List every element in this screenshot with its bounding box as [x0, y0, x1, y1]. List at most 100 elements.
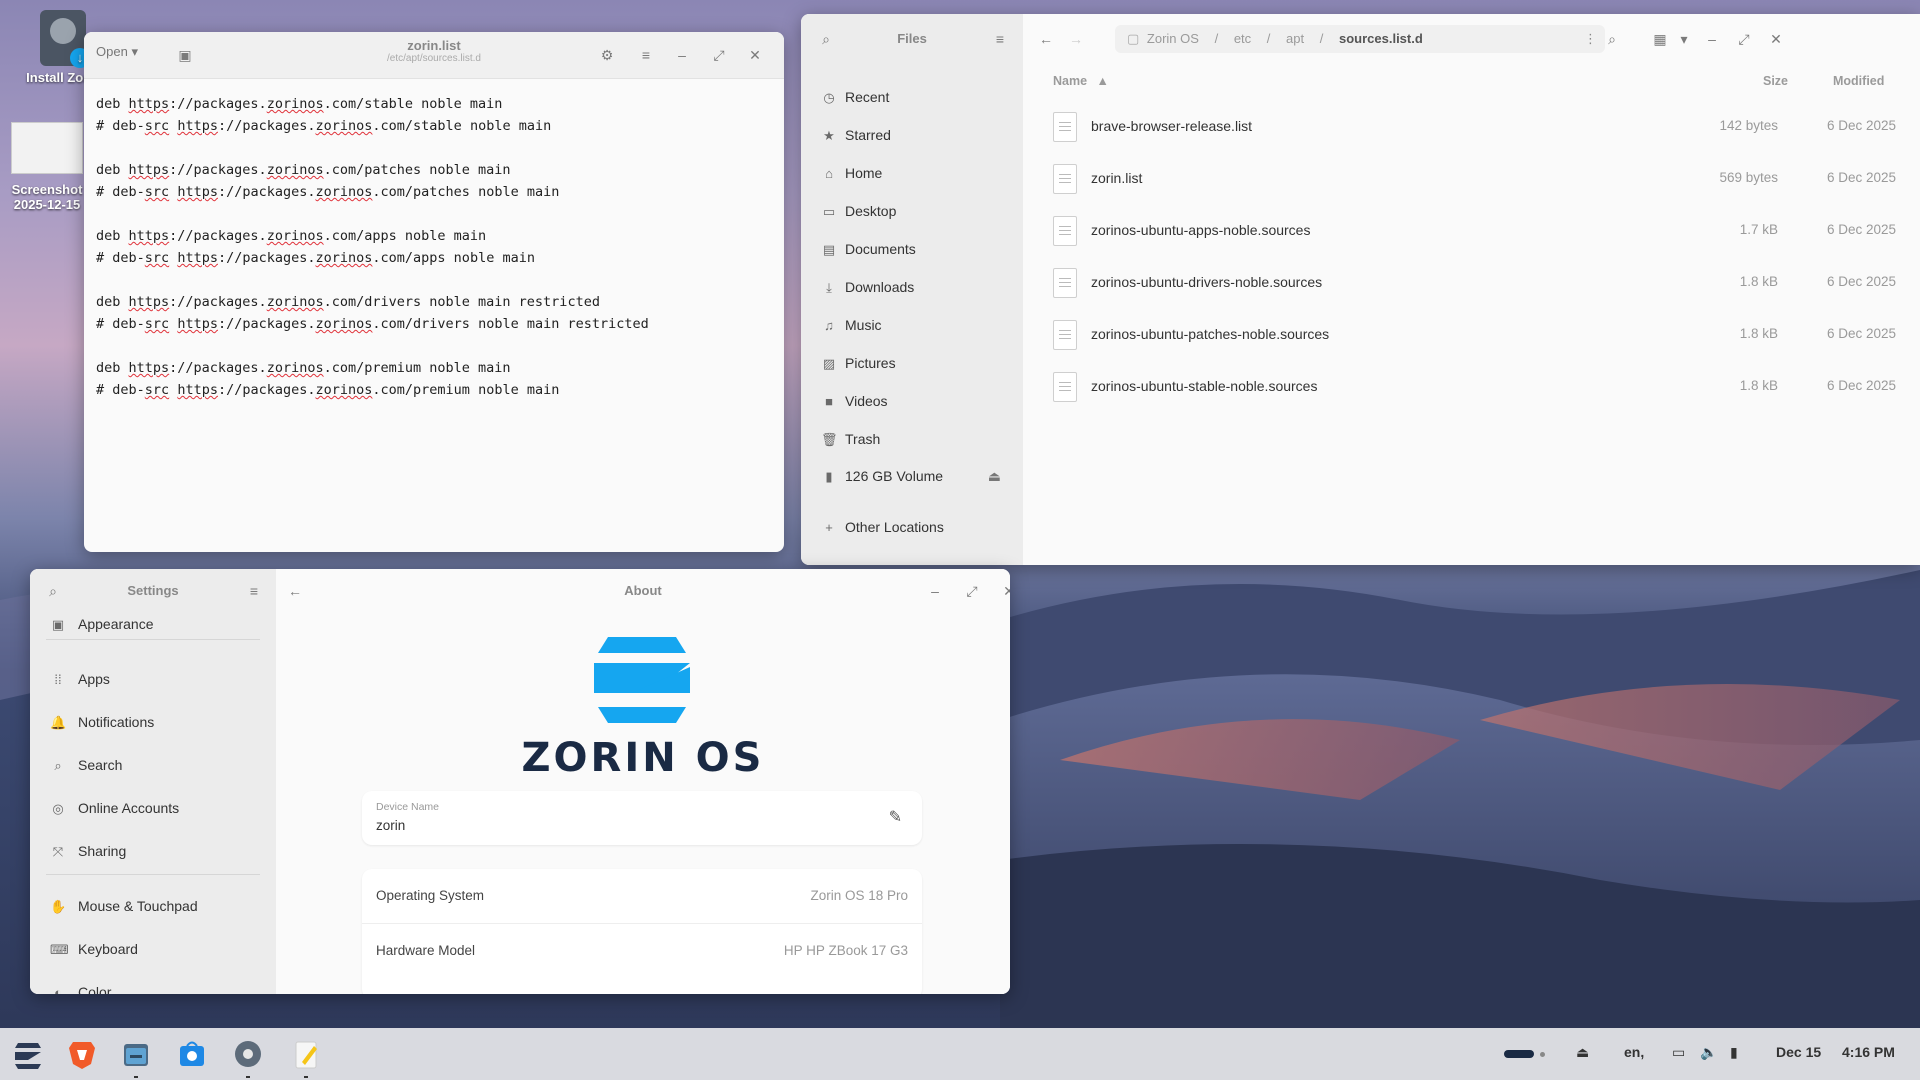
files-app-icon[interactable]: [118, 1036, 154, 1072]
editor-line: deb https://packages.zorinos.com/stable …: [96, 96, 503, 112]
settings-item-mouse-touchpad[interactable]: ✋ Mouse & Touchpad: [50, 891, 198, 921]
workspace-indicator-icon[interactable]: [1504, 1050, 1534, 1058]
minimize-icon[interactable]: –: [1701, 28, 1723, 50]
sidebar-item-music[interactable]: ♫ Music: [821, 310, 881, 340]
sidebar-item-recent[interactable]: ◷ Recent: [821, 82, 889, 112]
star-icon: ★: [823, 128, 835, 143]
maximize-icon[interactable]: ⤢: [1733, 28, 1755, 50]
sidebar-item-trash[interactable]: 🗑 Trash: [821, 424, 880, 454]
minimize-icon[interactable]: –: [924, 580, 946, 602]
close-icon[interactable]: ✕: [744, 44, 766, 66]
keyboard-layout[interactable]: en,: [1624, 1044, 1644, 1060]
settings-item-label: Keyboard: [78, 941, 138, 957]
info-label: Hardware Model: [376, 943, 476, 958]
edit-pencil-icon[interactable]: ✎: [889, 807, 902, 827]
settings-app-icon[interactable]: [230, 1036, 266, 1072]
settings-item-apps[interactable]: ⁞⁞ Apps: [50, 664, 110, 694]
forward-arrow-icon[interactable]: →: [1065, 28, 1087, 50]
minimize-icon[interactable]: –: [671, 44, 693, 66]
sidebar-item-downloads[interactable]: ⤓ Downloads: [821, 272, 914, 302]
sort-ascending-icon: ▲: [1096, 74, 1109, 88]
zorin-logo-icon: [594, 637, 690, 723]
sidebar-item-pictures[interactable]: ▨ Pictures: [821, 348, 896, 378]
settings-item-label: Sharing: [78, 843, 127, 859]
sidebar-item-other-locations[interactable]: + Other Locations: [821, 512, 944, 542]
settings-item-online-accounts[interactable]: ◎ Online Accounts: [50, 793, 179, 823]
sidebar-item-home[interactable]: ⌂ Home: [821, 158, 882, 188]
maximize-icon[interactable]: ⤢: [708, 44, 730, 66]
eject-icon[interactable]: ⏏: [1576, 1044, 1589, 1061]
volume-icon[interactable]: 🔈: [1700, 1044, 1717, 1061]
eject-icon[interactable]: ⏏: [988, 461, 1001, 491]
device-name-card[interactable]: Device Name zorin ✎: [362, 791, 922, 845]
clock-time[interactable]: 4:16 PM: [1842, 1044, 1895, 1060]
logo-wordmark: ZORIN OS: [521, 735, 765, 781]
file-modified: 6 Dec 2025: [1826, 326, 1896, 341]
settings-item-search[interactable]: ⌕ Search: [50, 750, 122, 780]
maximize-icon[interactable]: ⤢: [961, 580, 983, 602]
sidebar-divider: [46, 874, 260, 875]
grid-view-icon[interactable]: ▦: [1649, 28, 1671, 50]
sidebar-item-desktop[interactable]: ▭ Desktop: [821, 196, 897, 226]
text-editor-app-icon[interactable]: [288, 1036, 324, 1072]
file-row[interactable]: zorinos-ubuntu-apps-noble.sources 1.7 kB 6…: [1053, 206, 1904, 258]
file-row[interactable]: zorinos-ubuntu-stable-noble.sources 1.8 k…: [1053, 362, 1904, 414]
sidebar-item-documents[interactable]: ▤ Documents: [821, 234, 916, 264]
more-vertical-icon[interactable]: ⋮: [1584, 25, 1597, 53]
text-file-icon: [1053, 112, 1077, 142]
menu-icon[interactable]: ≡: [243, 580, 265, 602]
search-folder-icon[interactable]: ⌕: [1601, 28, 1623, 50]
menu-icon[interactable]: ≡: [635, 44, 657, 66]
settings-item-keyboard[interactable]: ⌨ Keyboard: [50, 934, 138, 964]
gear-icon[interactable]: ⚙: [596, 44, 618, 66]
files-window: ⌕ Files ≡ ◷ Recent ★ Starred ⌂ Home ▭ Desktop ▤ D…: [801, 14, 1920, 565]
file-size: 1.8 kB: [1739, 378, 1778, 393]
brave-browser-icon[interactable]: [64, 1036, 100, 1072]
sidebar-item-volume[interactable]: ▮ 126 GB Volume ⏏: [821, 461, 1001, 491]
file-row[interactable]: zorinos-ubuntu-patches-noble.sources 1.8 …: [1053, 310, 1904, 362]
close-icon[interactable]: ✕: [1765, 28, 1787, 50]
text-editor-window: Open ▾ ▣ zorin.list /etc/apt/sources.lis…: [84, 32, 784, 552]
text-file-icon: [1053, 164, 1077, 194]
settings-item-label: Mouse & Touchpad: [78, 898, 198, 914]
breadcrumb-item[interactable]: sources.list.d: [1339, 31, 1423, 46]
settings-item-sharing[interactable]: ⤧ Sharing: [50, 836, 126, 866]
editor-text-area[interactable]: deb https://packages.zorinos.com/stable …: [84, 79, 784, 415]
clock-icon: ◷: [823, 90, 835, 105]
file-name: zorinos-ubuntu-stable-noble.sources: [1091, 378, 1318, 394]
desktop-icon-screenshot[interactable]: Screenshot 2025-12-15: [2, 122, 92, 212]
breadcrumb-item[interactable]: Zorin OS: [1147, 31, 1199, 46]
settings-item-notifications[interactable]: 🔔 Notifications: [50, 707, 154, 737]
menu-icon[interactable]: ≡: [989, 28, 1011, 50]
back-arrow-icon[interactable]: ←: [1035, 28, 1057, 50]
column-header-name[interactable]: Name ▲: [1053, 74, 1109, 88]
file-row[interactable]: zorin.list 569 bytes 6 Dec 2025: [1053, 154, 1904, 206]
close-icon[interactable]: ✕: [998, 580, 1010, 602]
view-options-chevron-icon[interactable]: ▾: [1673, 28, 1695, 50]
software-store-icon[interactable]: [174, 1036, 210, 1072]
column-header-size[interactable]: Size: [1763, 74, 1788, 88]
file-row[interactable]: brave-browser-release.list 142 bytes 6 Dec…: [1053, 102, 1904, 154]
breadcrumb-item[interactable]: etc: [1234, 31, 1251, 46]
file-name: zorinos-ubuntu-apps-noble.sources: [1091, 222, 1311, 238]
clock-date[interactable]: Dec 15: [1776, 1044, 1821, 1060]
running-indicator: [134, 1076, 138, 1078]
sidebar-item-starred[interactable]: ★ Starred: [821, 120, 891, 150]
battery-icon[interactable]: ▮: [1730, 1044, 1738, 1061]
settings-item-color[interactable]: ◐ Color: [50, 977, 111, 994]
file-row[interactable]: zorinos-ubuntu-drivers-noble.sources 1.8 …: [1053, 258, 1904, 310]
workspace-dot-icon[interactable]: [1540, 1052, 1545, 1057]
settings-main: ← About – ⤢ ✕ ZORIN OS Device Name zorin…: [276, 569, 1010, 994]
settings-item-appearance[interactable]: ▣ Appearance: [50, 609, 154, 639]
settings-title: Settings: [127, 583, 179, 598]
column-header-modified[interactable]: Modified: [1833, 74, 1884, 88]
zorin-menu-icon[interactable]: [10, 1036, 46, 1072]
text-file-icon: [1053, 372, 1077, 402]
breadcrumb-item[interactable]: apt: [1286, 31, 1304, 46]
network-icon[interactable]: ▭: [1672, 1044, 1685, 1061]
sidebar-item-videos[interactable]: ■ Videos: [821, 386, 888, 416]
file-modified: 6 Dec 2025: [1826, 170, 1896, 185]
sidebar-divider: [46, 639, 260, 640]
